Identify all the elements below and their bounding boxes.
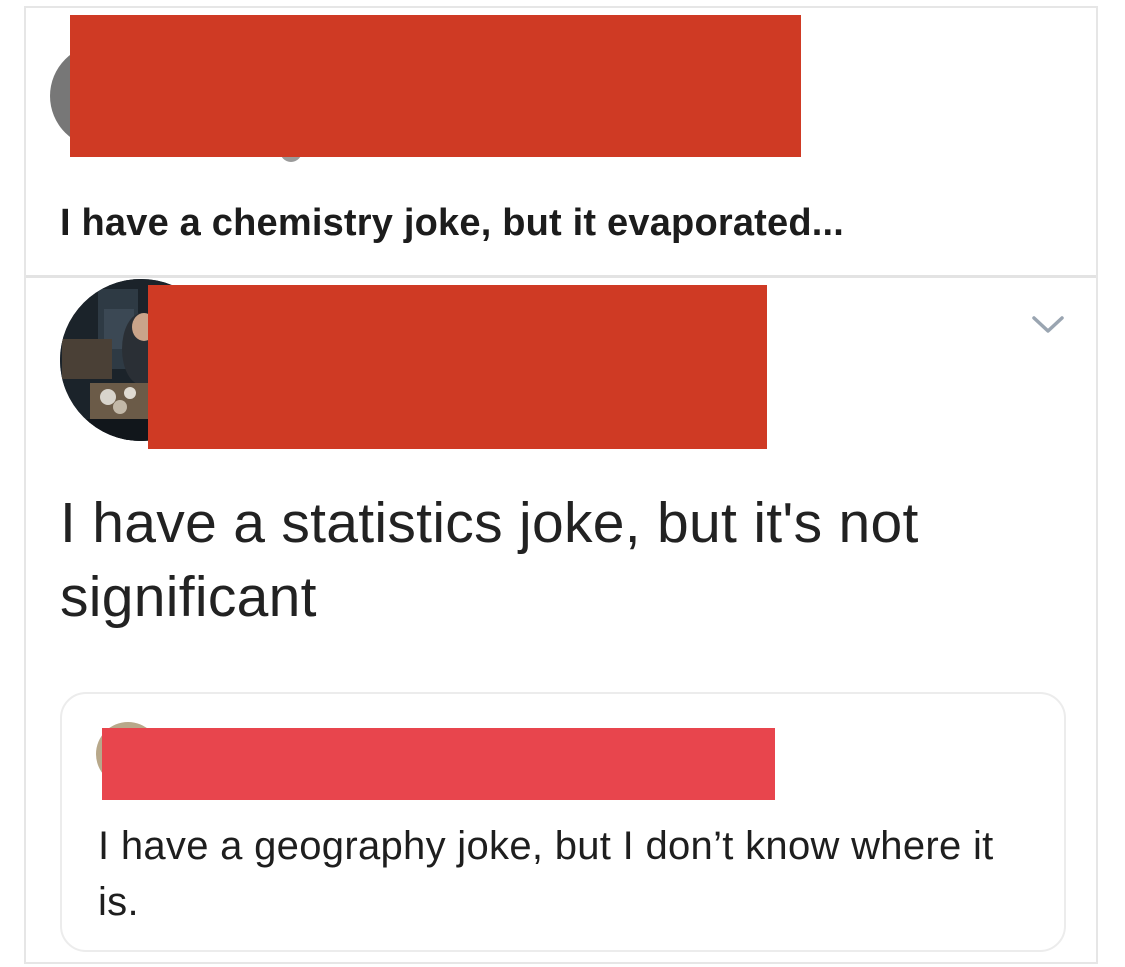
redacted-quoted-author-name [102,728,775,800]
post-text: I have a statistics joke, but it's not s… [60,491,919,629]
redacted-author-name [148,285,767,449]
post-chemistry[interactable]: I have a chemistry joke, but it evaporat… [26,8,1096,278]
screenshot-frame: I have a chemistry joke, but it evaporat… [24,6,1098,964]
quoted-post-text: I have a geography joke, but I don’t kno… [98,824,994,924]
post-statistics[interactable]: I have a statistics joke, but it's not s… [26,278,1096,962]
redacted-author-name [70,15,801,157]
post-text: I have a chemistry joke, but it evaporat… [60,202,845,244]
chevron-down-icon[interactable] [1030,314,1066,336]
quoted-post-card[interactable]: I have a geography joke, but I don’t kno… [60,692,1066,952]
